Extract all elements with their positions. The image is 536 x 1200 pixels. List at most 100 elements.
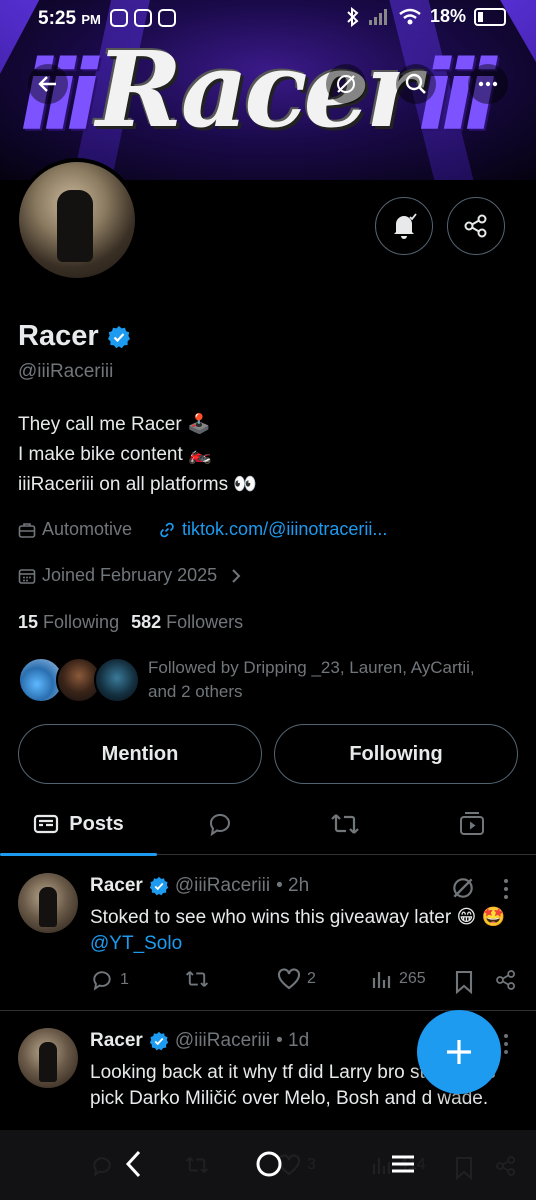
wifi-icon bbox=[399, 8, 421, 24]
grok-icon bbox=[337, 75, 355, 93]
plus-icon bbox=[447, 1040, 471, 1064]
compose-post-button[interactable] bbox=[417, 1010, 501, 1094]
following-button[interactable]: Following bbox=[274, 724, 518, 784]
joined-date: Joined February 2025 bbox=[42, 565, 218, 585]
tab-reposts[interactable] bbox=[285, 793, 405, 855]
tab-posts[interactable]: Posts bbox=[0, 793, 157, 856]
heart-icon bbox=[277, 968, 301, 990]
views-button[interactable]: 265 bbox=[371, 968, 426, 990]
grok-button[interactable] bbox=[326, 64, 366, 104]
profile-avatar[interactable] bbox=[15, 158, 139, 282]
more-options-button[interactable] bbox=[468, 64, 508, 104]
posts-icon bbox=[34, 814, 59, 834]
bar-chart-icon bbox=[372, 972, 391, 988]
verified-badge-icon[interactable] bbox=[107, 325, 131, 349]
like-button[interactable]: 2 bbox=[277, 968, 316, 990]
repost-icon bbox=[185, 971, 209, 987]
bio-line: iiiRaceriii on all platforms 👀 bbox=[18, 474, 258, 495]
reply-count: 1 bbox=[120, 971, 129, 988]
active-tab-indicator bbox=[0, 853, 157, 856]
briefcase-icon bbox=[18, 522, 36, 538]
status-time: 5:25 PM bbox=[38, 8, 101, 29]
arrow-left-icon bbox=[38, 76, 56, 92]
signal-icon bbox=[368, 8, 387, 25]
follower-avatar bbox=[94, 657, 140, 703]
profile-handle: @iiiRaceriii bbox=[18, 361, 114, 382]
mention-button[interactable]: Mention bbox=[18, 724, 262, 784]
repost-icon bbox=[331, 814, 359, 834]
verified-badge-icon bbox=[149, 876, 168, 896]
system-back-button[interactable] bbox=[118, 1148, 150, 1180]
chevron-left-icon bbox=[125, 1150, 141, 1178]
post-mention-link[interactable]: @YT_Solo bbox=[90, 933, 182, 954]
post-header: Racer @iiiRaceriii • 2h bbox=[90, 875, 309, 897]
profile-tabs: Posts bbox=[0, 793, 536, 856]
notifications-button[interactable] bbox=[375, 197, 433, 255]
search-icon bbox=[405, 73, 426, 94]
bookmark-icon[interactable] bbox=[454, 970, 474, 994]
tab-media[interactable] bbox=[412, 793, 532, 855]
post-item[interactable]: Racer @iiiRaceriii • 2h Stoked to see wh… bbox=[0, 873, 536, 1011]
following-count: 15 bbox=[18, 612, 39, 632]
profile-name-row: Racer bbox=[18, 320, 131, 353]
followed-by-row[interactable]: Followed by Dripping _23, Lauren, AyCart… bbox=[18, 653, 518, 709]
tab-replies[interactable] bbox=[160, 793, 280, 855]
system-home-button[interactable] bbox=[254, 1148, 284, 1180]
bell-check-icon bbox=[394, 213, 417, 239]
home-circle-icon bbox=[256, 1151, 282, 1177]
profile-bio: They call me Racer 🕹️ I make bike conten… bbox=[18, 410, 257, 500]
profile-meta-row: Automotive tiktok.com/@iiinotracerii... bbox=[18, 519, 387, 540]
view-count: 265 bbox=[399, 970, 426, 987]
menu-lines-icon bbox=[392, 1155, 414, 1173]
post-author-name[interactable]: Racer bbox=[90, 1030, 143, 1052]
followers-count-link[interactable]: 582 Followers bbox=[131, 612, 243, 633]
post-timestamp: • 2h bbox=[276, 875, 310, 896]
reply-button[interactable]: 1 bbox=[90, 968, 129, 992]
share-icon bbox=[464, 214, 487, 238]
followed-by-text: Followed by Dripping _23, Lauren, AyCart… bbox=[148, 658, 475, 701]
followers-count: 582 bbox=[131, 612, 162, 632]
profile-category: Automotive bbox=[42, 519, 133, 539]
system-recents-button[interactable] bbox=[388, 1148, 418, 1180]
joined-row[interactable]: Joined February 2025 bbox=[18, 565, 243, 586]
reply-icon bbox=[93, 971, 111, 991]
notification-icons bbox=[110, 9, 176, 27]
search-button[interactable] bbox=[396, 64, 436, 104]
back-button[interactable] bbox=[28, 64, 68, 104]
verified-badge-icon bbox=[149, 1031, 168, 1051]
reply-icon bbox=[209, 813, 230, 837]
avatar-image bbox=[19, 162, 135, 278]
post-timestamp: • 1d bbox=[276, 1030, 310, 1051]
chevron-right-icon bbox=[232, 568, 241, 583]
share-icon[interactable] bbox=[494, 968, 518, 992]
post-author-handle: @iiiRaceriii bbox=[174, 875, 271, 896]
battery-percent: 18% bbox=[429, 6, 466, 26]
post-author-handle: @iiiRaceriii bbox=[174, 1030, 271, 1051]
post-text: Stoked to see who wins this giveaway lat… bbox=[90, 907, 506, 954]
profile-name: Racer bbox=[18, 320, 99, 352]
status-bar: 5:25 PM 18% bbox=[0, 0, 536, 38]
bio-line: They call me Racer 🕹️ bbox=[18, 414, 211, 435]
media-icon bbox=[460, 812, 484, 835]
bio-line: I make bike content 🏍️ bbox=[18, 444, 212, 465]
post-author-name[interactable]: Racer bbox=[90, 875, 143, 897]
link-icon bbox=[160, 522, 174, 537]
post-actions: 1 2 265 bbox=[90, 968, 520, 998]
more-horizontal-icon bbox=[478, 81, 498, 87]
profile-website-link[interactable]: tiktok.com/@iiinotracerii... bbox=[182, 519, 387, 540]
like-count: 2 bbox=[307, 970, 316, 987]
system-navigation-bar bbox=[0, 1130, 536, 1200]
share-profile-button[interactable] bbox=[447, 197, 505, 255]
repost-button[interactable] bbox=[185, 968, 209, 990]
post-header: Racer @iiiRaceriii • 1d bbox=[90, 1030, 309, 1052]
banner-logo: Racer bbox=[96, 28, 420, 151]
calendar-icon bbox=[18, 568, 36, 584]
post-avatar[interactable] bbox=[18, 873, 78, 933]
post-avatar[interactable] bbox=[18, 1028, 78, 1088]
follow-counts: 15 Following 582 Followers bbox=[18, 612, 243, 633]
grok-icon[interactable] bbox=[450, 875, 476, 901]
tab-posts-label: Posts bbox=[69, 812, 124, 835]
post-more-icon[interactable] bbox=[498, 877, 514, 901]
following-count-link[interactable]: 15 Following bbox=[18, 612, 119, 633]
battery-icon bbox=[474, 7, 506, 26]
